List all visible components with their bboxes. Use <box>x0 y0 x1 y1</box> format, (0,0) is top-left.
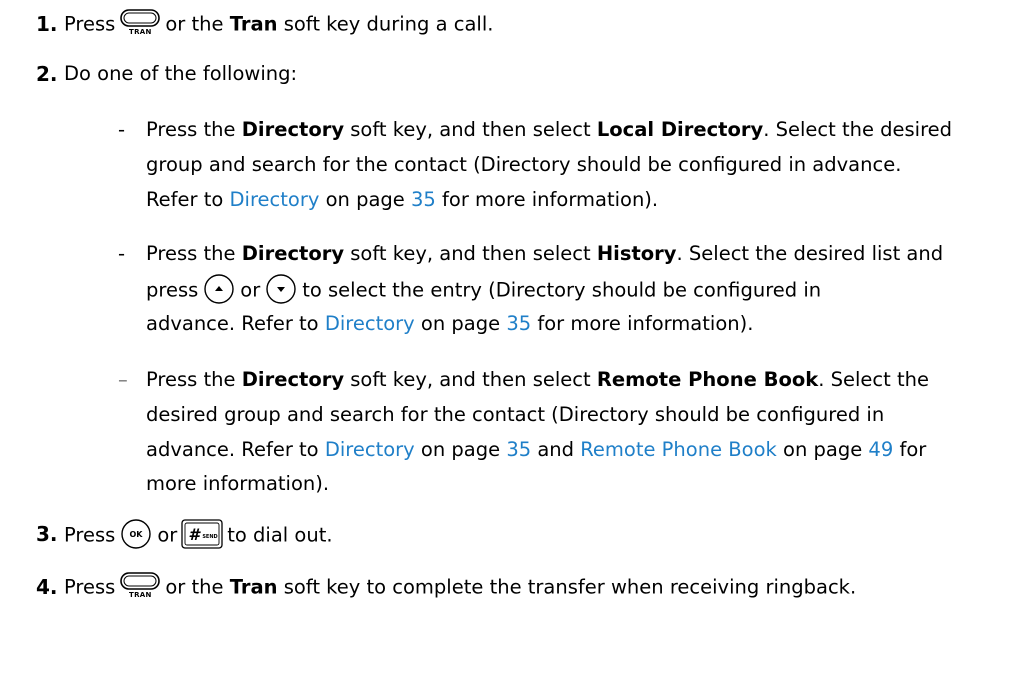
text: for more information). <box>537 312 754 335</box>
page-link[interactable]: 35 <box>506 438 531 461</box>
text: Press <box>64 575 116 599</box>
page-link[interactable]: 49 <box>868 438 893 461</box>
soft-key-name: Directory <box>241 368 345 391</box>
text: and <box>537 438 575 461</box>
text: soft key during a call. <box>283 12 494 36</box>
menu-option: Local Directory <box>596 118 764 141</box>
text: Press <box>64 12 116 36</box>
step-2-text: Do one of the following: <box>64 62 298 85</box>
text: to dial out. <box>227 523 333 547</box>
text: Press the <box>146 368 236 391</box>
text: . Select the desired <box>763 118 953 141</box>
text: or <box>240 278 261 302</box>
bullet-3-line-1: Press the Directory soft key, and then s… <box>146 366 929 394</box>
text: to select the entry (Directory should be… <box>302 278 822 302</box>
hash-send-key-icon: # SEND <box>180 518 224 550</box>
bullet-1-line-2: group and search for the contact (Direct… <box>146 153 902 176</box>
bullet-3-line-2: desired group and search for the contact… <box>146 403 885 426</box>
text: or the <box>165 575 224 599</box>
text: on page <box>325 188 405 211</box>
step-number: 3. <box>36 522 58 546</box>
directory-link[interactable]: Directory <box>325 438 415 461</box>
text: soft key, and then select <box>350 242 591 265</box>
text: on page <box>783 438 863 461</box>
text: Press the <box>146 118 236 141</box>
text: advance. Refer to <box>146 312 319 335</box>
icon-label: TRAN <box>129 591 152 599</box>
text: soft key to complete the transfer when r… <box>283 575 857 599</box>
bullet-2-line-3: advance. Refer to Directory on page 35 f… <box>146 310 753 338</box>
page-link[interactable]: 35 <box>506 312 531 335</box>
menu-option: History <box>596 242 677 265</box>
soft-key-name: Tran <box>229 575 278 599</box>
text: for <box>899 438 927 461</box>
step-1-text: Press TRAN or the Tran soft key during a c… <box>64 7 494 40</box>
page-link[interactable]: 35 <box>411 188 436 211</box>
transfer-key-icon: TRAN <box>119 7 161 37</box>
text: Refer to <box>146 188 224 211</box>
bullet-2-line-2: press or to select the entry (Directory sh… <box>146 273 822 307</box>
bullet-1-line-1: Press the Directory soft key, and then s… <box>146 116 952 144</box>
bullet-dash: – <box>118 368 128 391</box>
directory-link[interactable]: Directory <box>325 312 415 335</box>
step-number: 1. <box>36 12 58 36</box>
ok-key-icon: OK <box>120 518 152 550</box>
bullet-1-line-3: Refer to Directory on page 35 for more i… <box>146 186 658 214</box>
text: soft key, and then select <box>350 368 591 391</box>
icon-label: TRAN <box>129 28 152 36</box>
menu-option: Remote Phone Book <box>596 368 819 391</box>
transfer-key-icon: TRAN <box>119 570 161 600</box>
ok-key-label: OK <box>130 530 144 539</box>
remote-phone-book-link[interactable]: Remote Phone Book <box>580 438 777 461</box>
step-3-text: Press OK or # SEND to dial out. <box>64 518 333 552</box>
directory-link[interactable]: Directory <box>230 188 320 211</box>
bullet-2-line-1: Press the Directory soft key, and then s… <box>146 240 943 268</box>
soft-key-name: Tran <box>229 12 278 36</box>
send-key-label: SEND <box>203 534 218 540</box>
bullet-3-line-4: more information). <box>146 472 330 495</box>
text: or <box>157 523 178 547</box>
step-number: 4. <box>36 575 58 599</box>
step-4-text: Press TRAN or the Tran soft key to complet… <box>64 570 857 603</box>
text: for more information). <box>442 188 659 211</box>
text: soft key, and then select <box>350 118 591 141</box>
step-number: 2. <box>36 62 58 86</box>
text: Press <box>64 523 116 547</box>
down-arrow-key-icon <box>265 273 297 305</box>
bullet-dash: - <box>118 118 126 141</box>
text: . Select the desired list and <box>676 242 944 265</box>
bullet-3-line-3: advance. Refer to Directory on page 35 a… <box>146 436 926 464</box>
document-page: 1. Press TRAN or the Tran soft key during … <box>0 0 1022 678</box>
bullet-dash: - <box>118 242 126 265</box>
text: or the <box>165 12 224 36</box>
soft-key-name: Directory <box>241 118 345 141</box>
text: on page <box>420 312 501 335</box>
up-arrow-key-icon <box>203 273 235 305</box>
hash-key-label: # <box>189 525 202 544</box>
text: advance. Refer to <box>146 438 319 461</box>
soft-key-name: Directory <box>241 242 345 265</box>
text: on page <box>420 438 501 461</box>
text: Press the <box>146 242 236 265</box>
text: . Select the <box>818 368 929 391</box>
text: press <box>146 278 199 302</box>
